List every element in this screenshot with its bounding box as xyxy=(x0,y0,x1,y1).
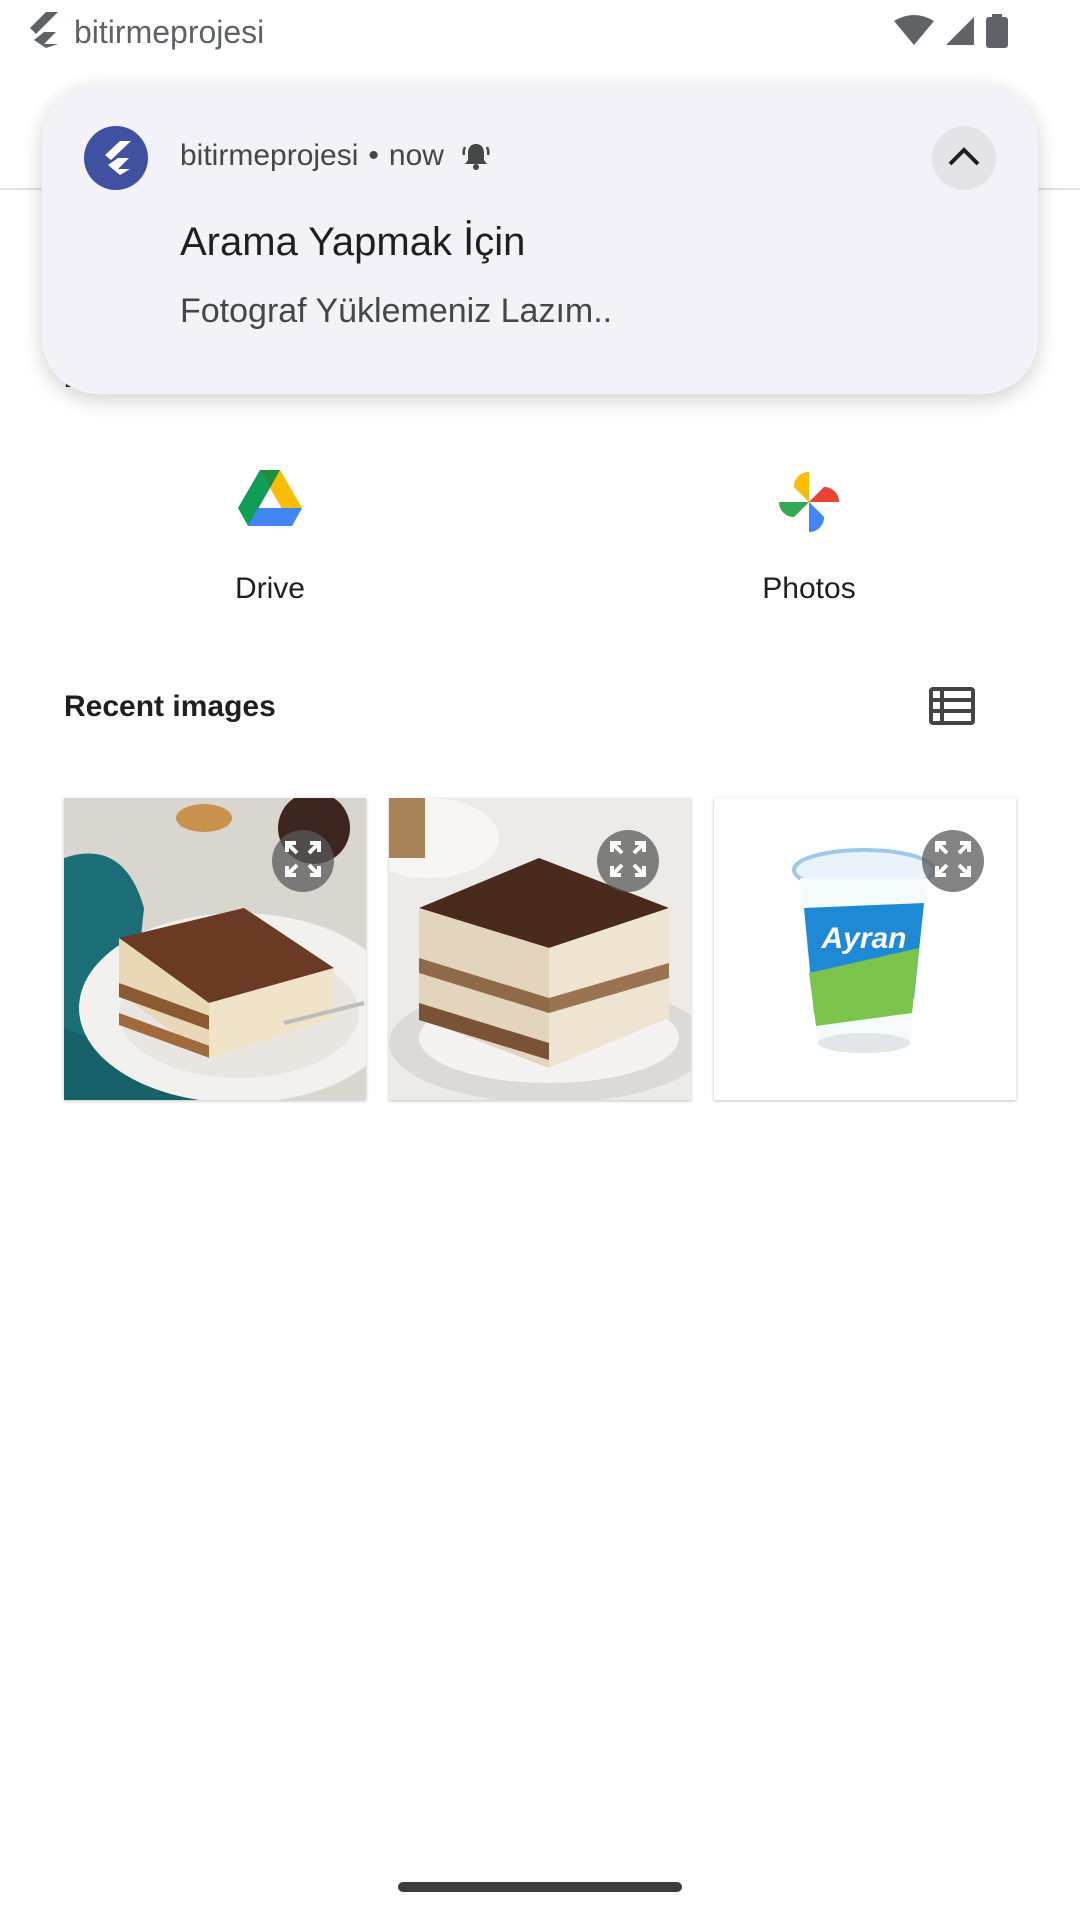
heads-up-notification[interactable]: bitirmeprojesi • now Arama Yapmak İçin F… xyxy=(42,84,1038,394)
status-bar: bitirmeprojesi xyxy=(0,0,1080,64)
status-app: bitirmeprojesi xyxy=(24,10,264,55)
battery-icon xyxy=(986,14,1008,53)
notification-body: Fotograf Yüklemeniz Lazım.. xyxy=(180,292,613,330)
recent-images-title: Recent images xyxy=(64,690,276,723)
notification-app-icon xyxy=(84,126,148,190)
list-view-button[interactable] xyxy=(924,682,980,734)
flutter-logo-icon xyxy=(24,10,60,55)
chevron-up-icon xyxy=(947,145,981,172)
bell-alert-icon xyxy=(462,141,490,171)
drive-label: Drive xyxy=(234,572,305,605)
ayran-brand-text: Ayran xyxy=(820,922,906,955)
expand-button[interactable] xyxy=(597,830,659,892)
notification-app-name: bitirmeprojesi xyxy=(180,139,359,172)
google-photos-icon xyxy=(709,470,909,540)
google-drive-icon xyxy=(170,470,370,540)
recent-image-tiramisu-2[interactable] xyxy=(389,798,691,1100)
photos-provider[interactable]: Photos xyxy=(709,470,909,606)
drive-provider[interactable]: Drive xyxy=(170,470,370,606)
cell-signal-icon xyxy=(944,15,976,52)
flutter-logo-icon xyxy=(105,141,131,175)
expand-button[interactable] xyxy=(272,830,334,892)
list-view-icon xyxy=(929,686,975,730)
recent-image-ayran[interactable]: Ayran xyxy=(714,798,1016,1100)
expand-button[interactable] xyxy=(922,830,984,892)
status-app-name: bitirmeprojesi xyxy=(74,14,265,50)
fullscreen-icon xyxy=(609,840,647,883)
status-icons xyxy=(894,14,1008,53)
notification-separator: • xyxy=(368,139,379,172)
notification-title: Arama Yapmak İçin xyxy=(180,220,526,264)
wifi-icon xyxy=(894,15,934,52)
fullscreen-icon xyxy=(934,840,972,883)
collapse-notification-button[interactable] xyxy=(932,126,996,190)
recent-image-tiramisu-1[interactable] xyxy=(64,798,366,1100)
notification-time: now xyxy=(388,139,444,172)
fullscreen-icon xyxy=(284,840,322,883)
home-gesture-handle[interactable] xyxy=(398,1882,682,1892)
photos-label: Photos xyxy=(762,572,856,605)
notification-header: bitirmeprojesi • now xyxy=(180,139,490,173)
